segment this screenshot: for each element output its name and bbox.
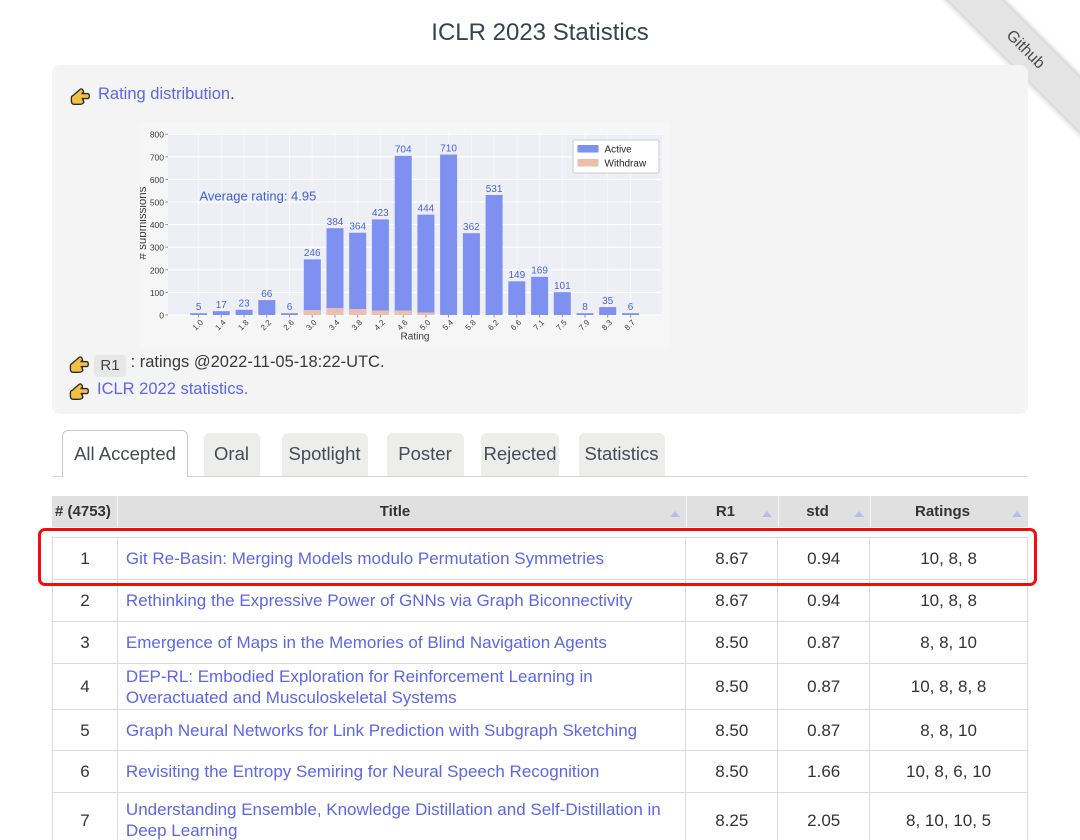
svg-text:# submissions: # submissions <box>140 186 149 259</box>
svg-text:101: 101 <box>554 281 571 292</box>
svg-text:423: 423 <box>372 208 389 219</box>
svg-text:149: 149 <box>508 270 525 281</box>
svg-text:6: 6 <box>287 302 293 313</box>
svg-text:600: 600 <box>150 175 164 185</box>
svg-text:100: 100 <box>150 288 164 298</box>
svg-text:710: 710 <box>440 143 457 154</box>
svg-text:17: 17 <box>216 300 228 311</box>
svg-text:Withdraw: Withdraw <box>605 159 647 170</box>
svg-text:35: 35 <box>602 296 614 307</box>
svg-text:384: 384 <box>327 217 344 228</box>
svg-text:5: 5 <box>196 302 202 313</box>
svg-text:800: 800 <box>150 130 164 140</box>
svg-text:500: 500 <box>150 198 164 208</box>
svg-text:400: 400 <box>150 220 164 230</box>
svg-text:364: 364 <box>349 222 366 233</box>
svg-text:8: 8 <box>582 302 588 313</box>
svg-text:246: 246 <box>304 248 321 259</box>
svg-text:300: 300 <box>150 243 164 253</box>
svg-text:Active: Active <box>605 145 633 156</box>
svg-text:66: 66 <box>261 289 273 300</box>
svg-text:200: 200 <box>150 265 164 275</box>
svg-text:444: 444 <box>418 204 435 215</box>
svg-text:531: 531 <box>486 184 503 195</box>
svg-text:Rating: Rating <box>401 332 430 343</box>
svg-text:169: 169 <box>531 266 548 277</box>
svg-text:704: 704 <box>395 145 412 156</box>
svg-text:23: 23 <box>239 299 251 310</box>
svg-text:362: 362 <box>463 222 480 233</box>
svg-text:Average rating: 4.95: Average rating: 4.95 <box>200 189 317 204</box>
svg-text:700: 700 <box>150 152 164 162</box>
svg-text:6: 6 <box>628 302 634 313</box>
svg-text:0: 0 <box>159 311 164 321</box>
